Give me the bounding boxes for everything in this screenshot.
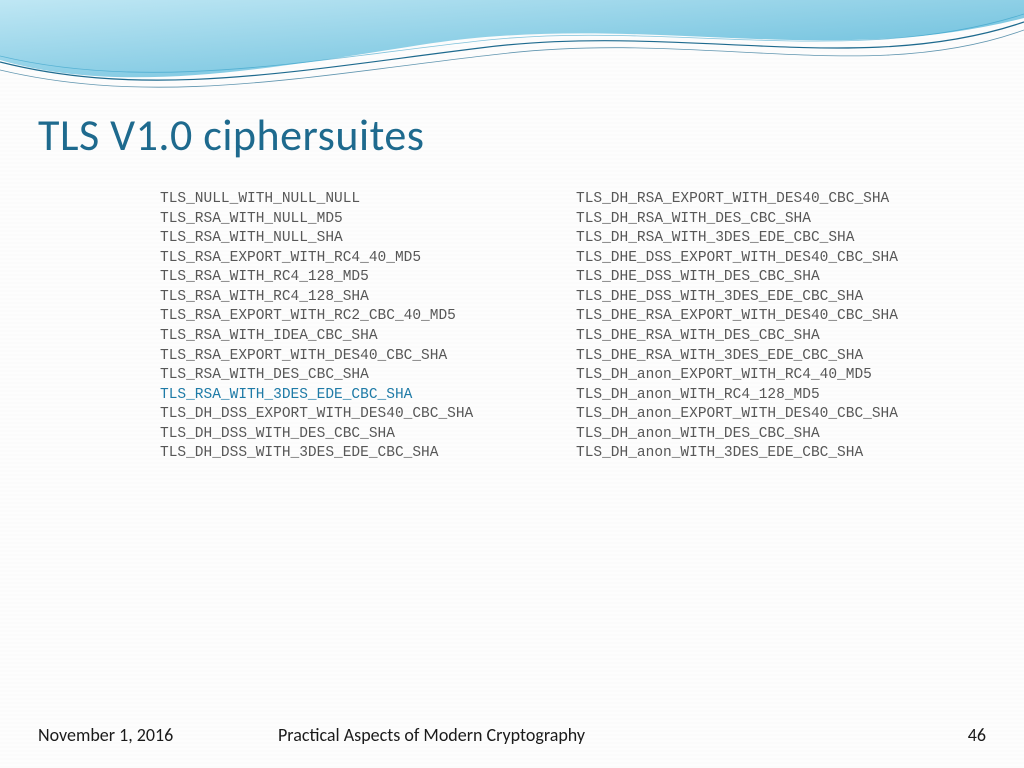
ciphersuite-entry: TLS_DH_RSA_WITH_DES_CBC_SHA — [576, 210, 964, 230]
ciphersuite-entry: TLS_RSA_WITH_3DES_EDE_CBC_SHA — [160, 386, 548, 406]
ciphersuite-entry: TLS_RSA_WITH_NULL_MD5 — [160, 210, 548, 230]
ciphersuite-entry: TLS_DH_anon_WITH_DES_CBC_SHA — [576, 425, 964, 445]
content-area: TLS_NULL_WITH_NULL_NULLTLS_RSA_WITH_NULL… — [160, 190, 964, 464]
ciphersuite-entry: TLS_DHE_DSS_WITH_3DES_EDE_CBC_SHA — [576, 288, 964, 308]
footer-page-number: 46 — [926, 724, 986, 746]
ciphersuite-entry: TLS_NULL_WITH_NULL_NULL — [160, 190, 548, 210]
ciphersuite-entry: TLS_RSA_EXPORT_WITH_RC2_CBC_40_MD5 — [160, 307, 548, 327]
ciphersuite-entry: TLS_RSA_WITH_NULL_SHA — [160, 229, 548, 249]
footer-course-title: Practical Aspects of Modern Cryptography — [278, 724, 926, 746]
ciphersuite-entry: TLS_DH_DSS_EXPORT_WITH_DES40_CBC_SHA — [160, 405, 548, 425]
ciphersuite-entry: TLS_DH_RSA_WITH_3DES_EDE_CBC_SHA — [576, 229, 964, 249]
ciphersuite-entry: TLS_DH_DSS_WITH_DES_CBC_SHA — [160, 425, 548, 445]
ciphersuite-entry: TLS_RSA_EXPORT_WITH_DES40_CBC_SHA — [160, 347, 548, 367]
ciphersuite-entry: TLS_DHE_RSA_WITH_3DES_EDE_CBC_SHA — [576, 347, 964, 367]
ciphersuite-entry: TLS_DH_RSA_EXPORT_WITH_DES40_CBC_SHA — [576, 190, 964, 210]
ciphersuite-entry: TLS_DHE_DSS_WITH_DES_CBC_SHA — [576, 268, 964, 288]
ciphersuite-entry: TLS_RSA_WITH_RC4_128_SHA — [160, 288, 548, 308]
ciphersuite-column-right: TLS_DH_RSA_EXPORT_WITH_DES40_CBC_SHATLS_… — [576, 190, 964, 464]
slide-title: TLS V1.0 ciphersuites — [38, 108, 424, 162]
ciphersuite-entry: TLS_RSA_WITH_RC4_128_MD5 — [160, 268, 548, 288]
slide: TLS V1.0 ciphersuites TLS_NULL_WITH_NULL… — [0, 0, 1024, 768]
footer: November 1, 2016 Practical Aspects of Mo… — [38, 724, 986, 746]
ciphersuite-entry: TLS_DHE_DSS_EXPORT_WITH_DES40_CBC_SHA — [576, 249, 964, 269]
footer-date: November 1, 2016 — [38, 724, 278, 746]
ciphersuite-entry: TLS_DH_anon_EXPORT_WITH_RC4_40_MD5 — [576, 366, 964, 386]
ciphersuite-column-left: TLS_NULL_WITH_NULL_NULLTLS_RSA_WITH_NULL… — [160, 190, 548, 464]
ciphersuite-entry: TLS_RSA_WITH_DES_CBC_SHA — [160, 366, 548, 386]
ciphersuite-entry: TLS_RSA_EXPORT_WITH_RC4_40_MD5 — [160, 249, 548, 269]
ciphersuite-entry: TLS_DHE_RSA_EXPORT_WITH_DES40_CBC_SHA — [576, 307, 964, 327]
ciphersuite-entry: TLS_DH_DSS_WITH_3DES_EDE_CBC_SHA — [160, 444, 548, 464]
ciphersuite-entry: TLS_DHE_RSA_WITH_DES_CBC_SHA — [576, 327, 964, 347]
ciphersuite-entry: TLS_DH_anon_EXPORT_WITH_DES40_CBC_SHA — [576, 405, 964, 425]
ciphersuite-entry: TLS_DH_anon_WITH_3DES_EDE_CBC_SHA — [576, 444, 964, 464]
ciphersuite-entry: TLS_RSA_WITH_IDEA_CBC_SHA — [160, 327, 548, 347]
ciphersuite-entry: TLS_DH_anon_WITH_RC4_128_MD5 — [576, 386, 964, 406]
